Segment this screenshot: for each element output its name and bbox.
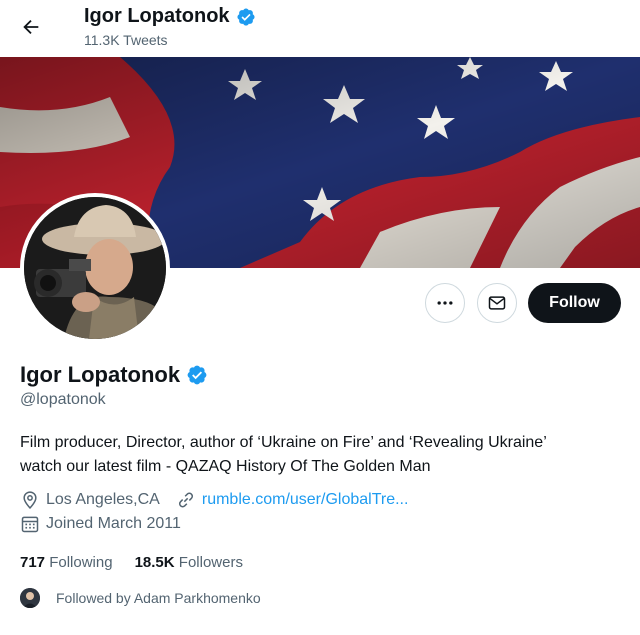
location-pin-icon [23,491,37,509]
profile-meta-row: Los Angeles,CA rumble.com/user/GlobalTre… [20,490,408,510]
profile-handle: @lopatonok [20,391,106,408]
bio-line: watch our latest film - QAZAQ History Of… [20,458,431,475]
following-label: Following [49,554,113,571]
more-options-button[interactable] [425,283,465,323]
follow-button[interactable]: Follow [528,283,621,323]
header-title: Igor Lopatonok [84,5,256,28]
header-name: Igor Lopatonok [84,5,230,27]
following-link[interactable]: 717 Following [20,554,113,571]
verified-badge-icon [187,365,207,385]
link-icon [178,492,193,508]
arrow-left-icon [23,19,39,35]
profile-name-row: Igor Lopatonok [20,362,208,388]
followed-by-row[interactable]: Followed by Adam Parkhomenko [20,588,261,608]
profile-joined-date: Joined March 2011 [46,515,181,532]
profile-name: Igor Lopatonok [20,362,181,387]
profile-bio: Film producer, Director, author of ‘Ukra… [20,431,620,479]
message-button[interactable] [477,283,517,323]
profile-avatar[interactable] [20,193,170,343]
bio-line: Film producer, Director, author of ‘Ukra… [20,434,547,451]
tweet-count: 11.3K Tweets [84,32,168,48]
following-count: 717 [20,554,46,571]
profile-website-link[interactable]: rumble.com/user/GlobalTre... [202,491,409,509]
followers-count: 18.5K [134,554,175,571]
profile-stats: 717 Following 18.5K Followers [20,554,243,571]
verified-badge-icon [237,7,255,26]
followers-link[interactable]: 18.5K Followers [135,554,243,571]
back-button[interactable] [14,10,48,44]
follower-avatar [20,588,40,608]
followed-by-text: Followed by Adam Parkhomenko [56,590,261,606]
followers-label: Followers [178,554,243,571]
profile-location: Los Angeles,CA [46,491,160,508]
profile-joined-row: Joined March 2011 [20,514,181,534]
profile-header: Igor Lopatonok 11.3K Tweets [0,0,640,57]
calendar-icon [21,516,39,533]
envelope-icon [488,296,506,310]
ellipsis-icon [437,301,453,305]
